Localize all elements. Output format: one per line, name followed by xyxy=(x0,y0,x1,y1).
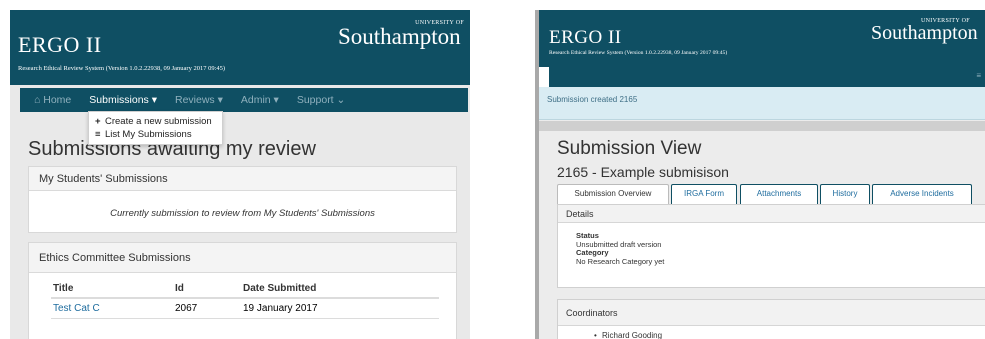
submission-name: 2165 - Example submisison xyxy=(557,164,729,180)
list-icon: ≡ xyxy=(95,129,101,140)
details-body: Status Unsubmitted draft version Categor… xyxy=(558,223,985,266)
dropdown-item-label: Create a new submission xyxy=(105,116,212,127)
tab-irga-form[interactable]: IRGA Form xyxy=(671,184,737,204)
app-header: ERGO II Research Ethical Review System (… xyxy=(539,10,985,67)
app-header: ERGO II Research Ethical Review System (… xyxy=(10,10,470,85)
category-value: No Research Category yet xyxy=(576,256,665,266)
university-logo[interactable]: UNIVERSITY OF Southampton xyxy=(338,20,466,50)
card-title: Ethics Committee Submissions xyxy=(29,243,456,273)
tab-submission-overview[interactable]: Submission Overview xyxy=(557,184,669,204)
menu-icon[interactable]: ≡ xyxy=(976,71,981,80)
table-header: Title Id Date Submitted xyxy=(51,279,439,299)
app-subtitle: Research Ethical Review System (Version … xyxy=(18,65,226,72)
nav-admin[interactable]: Admin ▾ xyxy=(241,94,279,106)
submission-id: 2067 xyxy=(175,303,198,314)
table-row: Test Cat C 2067 19 January 2017 xyxy=(51,299,439,319)
tab-attachments[interactable]: Attachments xyxy=(740,184,818,204)
card-title: My Students' Submissions xyxy=(29,167,456,191)
dropdown-item-list[interactable]: ≡ List My Submissions xyxy=(95,128,216,141)
nav-home[interactable]: ⌂ Home xyxy=(34,94,71,106)
right-screenshot: ERGO II Research Ethical Review System (… xyxy=(535,10,985,339)
logo-main-text: Southampton xyxy=(338,24,461,49)
column-header-date[interactable]: Date Submitted xyxy=(243,283,439,294)
card-title: Coordinators xyxy=(558,300,985,326)
empty-message: Currently submission to review from My S… xyxy=(110,208,375,219)
divider-strip xyxy=(539,121,985,131)
main-navbar: ⌂ Home Submissions ▾ Reviews ▾ Admin ▾ S… xyxy=(20,88,468,112)
app-subtitle: Research Ethical Review System (Version … xyxy=(549,50,728,56)
list-item: • Richard Gooding xyxy=(558,326,985,339)
submission-title-link[interactable]: Test Cat C xyxy=(53,303,100,314)
app-title: ERGO II xyxy=(18,32,102,57)
coordinator-name: Richard Gooding xyxy=(602,331,663,339)
ethics-committee-card: Ethics Committee Submissions Title Id Da… xyxy=(28,242,457,339)
page-title: Submission View xyxy=(557,138,702,159)
dropdown-item-label: List My Submissions xyxy=(105,129,192,140)
submissions-dropdown: + Create a new submission ≡ List My Submis… xyxy=(88,111,223,145)
card-title: Details xyxy=(558,205,985,223)
plus-icon: + xyxy=(95,116,101,127)
left-screenshot: ERGO II Research Ethical Review System (… xyxy=(10,10,470,339)
submission-date: 19 January 2017 xyxy=(243,303,318,314)
app-title: ERGO II xyxy=(549,27,622,48)
tab-history[interactable]: History xyxy=(820,184,870,204)
column-header-title[interactable]: Title xyxy=(51,283,175,294)
coordinators-card: Coordinators • Richard Gooding xyxy=(557,299,985,339)
university-logo[interactable]: UNIVERSITY OF Southampton xyxy=(871,18,985,44)
success-alert: Submission created 2165 xyxy=(539,87,985,120)
students-submissions-card: My Students' Submissions Currently submi… xyxy=(28,166,457,233)
main-navbar: ≡ xyxy=(549,67,985,87)
status-value: Unsubmitted draft version xyxy=(576,239,662,249)
tab-adverse-incidents[interactable]: Adverse Incidents xyxy=(872,184,972,204)
logo-main-text: Southampton xyxy=(871,22,978,44)
submissions-table: Title Id Date Submitted Test Cat C 2067 … xyxy=(51,279,439,319)
nav-submissions[interactable]: Submissions ▾ xyxy=(89,94,157,106)
dropdown-item-create[interactable]: + Create a new submission xyxy=(95,115,216,128)
nav-tab-stub xyxy=(539,67,549,87)
nav-support[interactable]: Support ⌄ xyxy=(297,94,346,106)
bullet-icon: • xyxy=(594,331,597,339)
nav-reviews[interactable]: Reviews ▾ xyxy=(175,94,223,106)
column-header-id[interactable]: Id xyxy=(175,283,243,294)
details-card: Details Status Unsubmitted draft version… xyxy=(557,204,985,288)
